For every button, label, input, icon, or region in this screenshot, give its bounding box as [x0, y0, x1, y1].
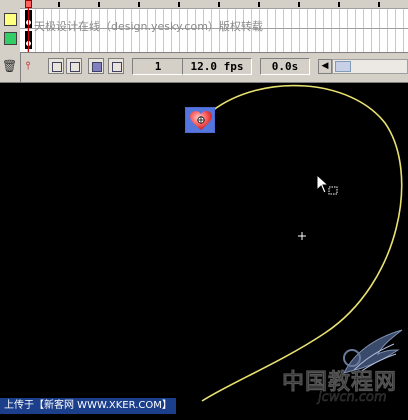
timeline-panel: 🗑 天极设计在线（design.yesky.com）版权转载 ⫯ 1 12.0 …: [0, 0, 408, 83]
ruler-tick: [338, 2, 340, 7]
stage-canvas[interactable]: 中国教程网 jcwcn.com 上传于【新客网 WWW.XKER.COM】: [0, 83, 408, 420]
heart-symbol-selection[interactable]: [185, 107, 215, 133]
ruler-tick: [138, 2, 140, 7]
onion-skin-outlines-button[interactable]: [66, 58, 82, 74]
onion-skin-button[interactable]: [48, 58, 64, 74]
watermark-logo-url: jcwcn.com: [318, 390, 387, 405]
trash-icon[interactable]: 🗑: [2, 59, 17, 73]
timeline-controls: ⫯ 1 12.0 fps 0.0s ◀: [20, 56, 408, 78]
ruler-tick: [58, 2, 60, 7]
elapsed-time-field: 0.0s: [260, 58, 310, 75]
onion-skin-icon: [52, 62, 62, 72]
ruler-tick: [258, 2, 260, 7]
playhead-handle[interactable]: [25, 0, 32, 8]
layer-color-swatch-layer[interactable]: [4, 32, 17, 45]
modify-onion-markers-button[interactable]: [108, 58, 124, 74]
onion-markers-icon: [112, 62, 122, 72]
scrollbar-thumb[interactable]: [335, 61, 351, 72]
move-cursor-icon: [316, 174, 338, 195]
center-frame-icon[interactable]: ⫯: [22, 58, 34, 74]
transform-point-icon: [298, 232, 306, 240]
frame-rate-field[interactable]: 12.0 fps: [182, 58, 252, 75]
layer-column: 🗑: [0, 0, 21, 82]
upload-credit-banner: 上传于【新客网 WWW.XKER.COM】: [0, 398, 176, 414]
registration-point-icon: [197, 116, 205, 124]
ruler-tick: [218, 2, 220, 7]
edit-multiple-frames-icon: [92, 62, 102, 72]
watermark-logo: 中国教程网 jcwcn.com: [280, 328, 408, 418]
watermark-text: 天极设计在线（design.yesky.com）版权转载: [34, 20, 263, 33]
ruler-tick: [378, 2, 380, 7]
timeline-scrollbar[interactable]: [332, 59, 408, 74]
ruler-tick: [98, 2, 100, 7]
ruler-tick: [178, 2, 180, 7]
onion-skin-outlines-icon: [70, 62, 80, 72]
frame-ruler[interactable]: [20, 0, 408, 9]
ruler-tick: [298, 2, 300, 7]
edit-multiple-frames-button[interactable]: [88, 58, 104, 74]
scroll-left-button[interactable]: ◀: [318, 59, 332, 74]
layer-color-swatch-guide[interactable]: [4, 13, 17, 26]
current-frame-field: 1: [132, 58, 184, 75]
